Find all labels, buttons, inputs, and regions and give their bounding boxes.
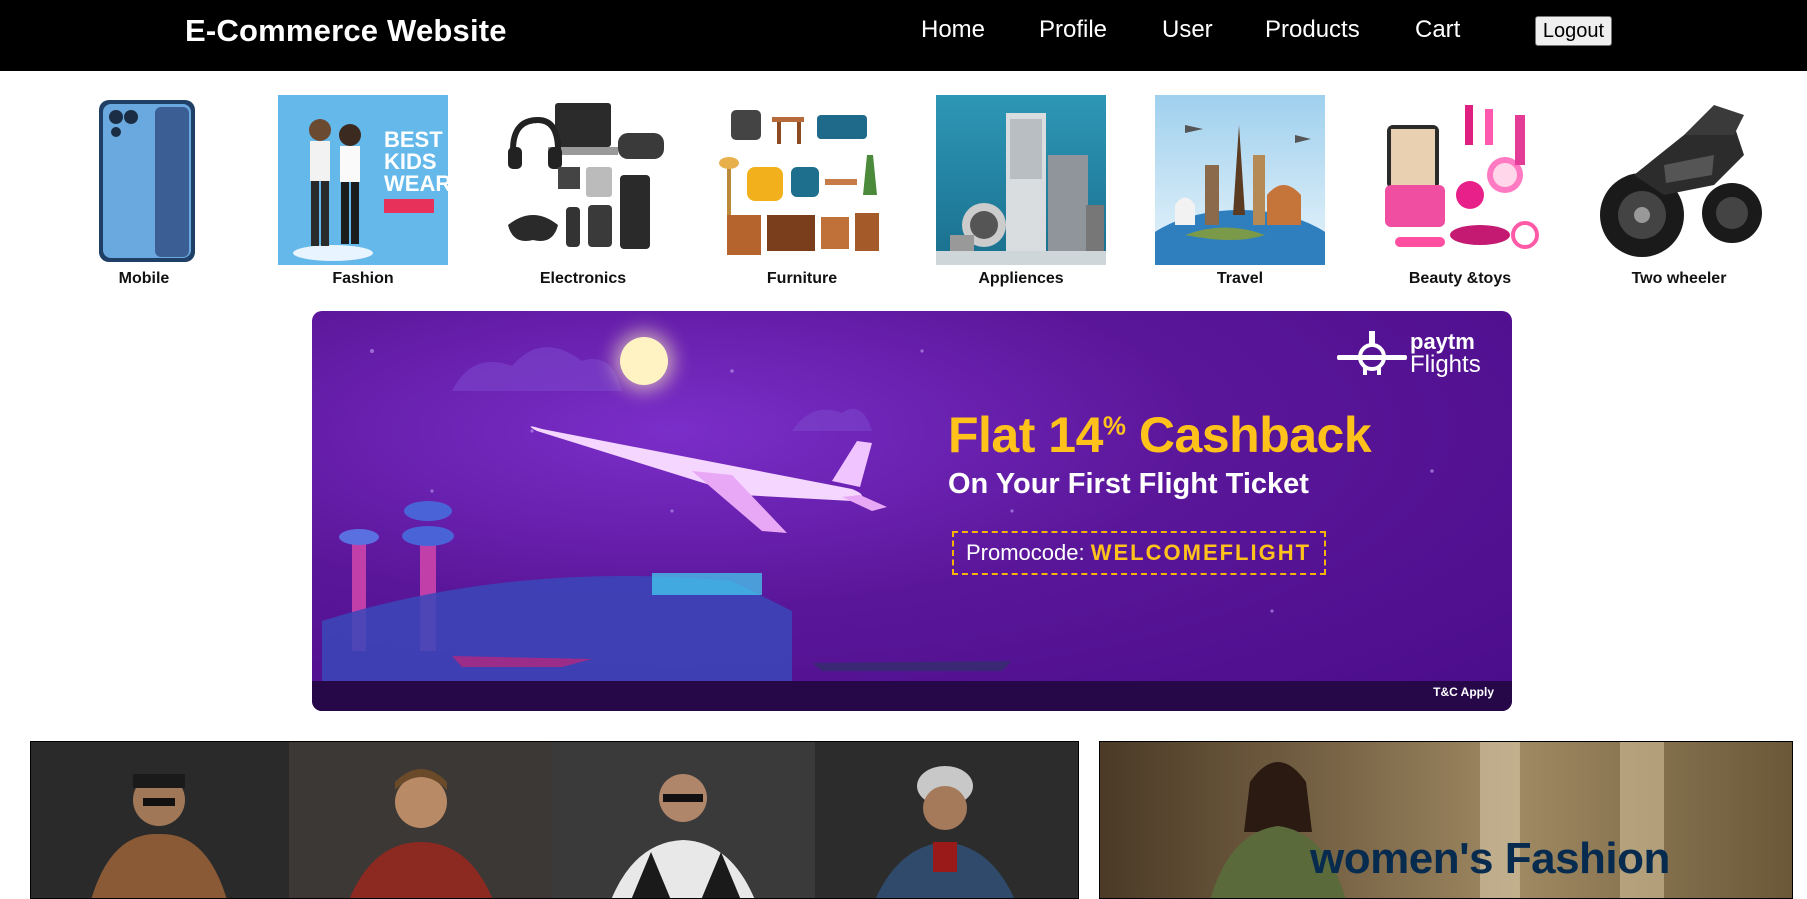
flights-brand-text: Flights [1410, 351, 1481, 378]
men-photo [31, 742, 289, 898]
airplane-icon [1337, 331, 1407, 375]
terms-text: T&C Apply [1433, 685, 1494, 699]
womens-fashion-title: women's Fashion [1310, 834, 1670, 883]
nav-link-user[interactable]: User [1162, 16, 1213, 44]
kids-fashion-image[interactable]: BEST KIDS WEAR [278, 95, 448, 265]
category-electronics[interactable]: Electronics [498, 95, 668, 288]
category-label: Furniture [766, 270, 838, 287]
men-photo [551, 742, 815, 898]
category-beauty-toys[interactable]: Beauty &toys [1375, 95, 1545, 288]
airplane-graphic [530, 426, 887, 533]
category-furniture[interactable]: Furniture [717, 95, 887, 288]
paytm-flights-logo: paytm Flights [1337, 329, 1481, 380]
electronics-image[interactable] [498, 95, 668, 265]
nav-link-cart[interactable]: Cart [1415, 16, 1460, 44]
promocode-label: Promocode: [966, 540, 1091, 565]
cashback-subline: On Your First Flight Ticket [948, 468, 1309, 500]
men-photo [289, 742, 551, 898]
category-mobile[interactable]: Mobile [59, 95, 229, 288]
nav-link-products[interactable]: Products [1265, 16, 1360, 44]
appliances-image[interactable] [936, 95, 1106, 265]
banner-illustration [322, 347, 1434, 681]
womens-fashion-banner[interactable]: women's Fashion [1099, 741, 1793, 899]
headline-prefix: Flat 14 [948, 407, 1103, 463]
headline-sup: % [1102, 410, 1126, 441]
cashback-headline: Flat 14% Cashback [948, 406, 1372, 464]
category-label: Fashion [332, 270, 394, 287]
motorcycle-image[interactable] [1594, 95, 1764, 265]
runway-strip [312, 681, 1512, 711]
furniture-image[interactable] [717, 95, 887, 265]
moon-graphic [620, 337, 668, 385]
smartphone-image[interactable] [59, 95, 229, 265]
category-label: Beauty &toys [1408, 270, 1512, 287]
promo-banner[interactable]: paytm Flights Flat 14% Cashback On Your … [312, 311, 1512, 711]
category-two-wheeler[interactable]: Two wheeler [1594, 95, 1764, 288]
site-title: E-Commerce Website [185, 13, 507, 48]
headline-suffix: Cashback [1125, 407, 1372, 463]
category-label: Mobile [118, 270, 170, 287]
mens-fashion-banner[interactable] [30, 741, 1079, 899]
category-travel[interactable]: Travel [1155, 95, 1325, 288]
promocode-value: WELCOMEFLIGHT [1090, 540, 1312, 565]
category-label: Appliences [978, 270, 1064, 287]
nav-link-home[interactable]: Home [921, 16, 985, 44]
logout-button[interactable]: Logout [1535, 16, 1612, 46]
category-label: Two wheeler [1631, 270, 1727, 287]
category-appliances[interactable]: Appliences [936, 95, 1106, 288]
navbar: E-Commerce Website Home Profile User Pro… [0, 0, 1807, 71]
svg-text:WEAR: WEAR [384, 171, 448, 196]
men-photo [815, 742, 1078, 898]
promocode-box: Promocode: WELCOMEFLIGHT [952, 531, 1326, 575]
category-label: Electronics [539, 270, 627, 287]
category-fashion[interactable]: BEST KIDS WEAR Fashion [278, 95, 448, 288]
travel-image[interactable] [1155, 95, 1325, 265]
nav-link-profile[interactable]: Profile [1039, 16, 1107, 44]
category-label: Travel [1216, 270, 1264, 287]
beauty-toys-image[interactable] [1375, 95, 1545, 265]
